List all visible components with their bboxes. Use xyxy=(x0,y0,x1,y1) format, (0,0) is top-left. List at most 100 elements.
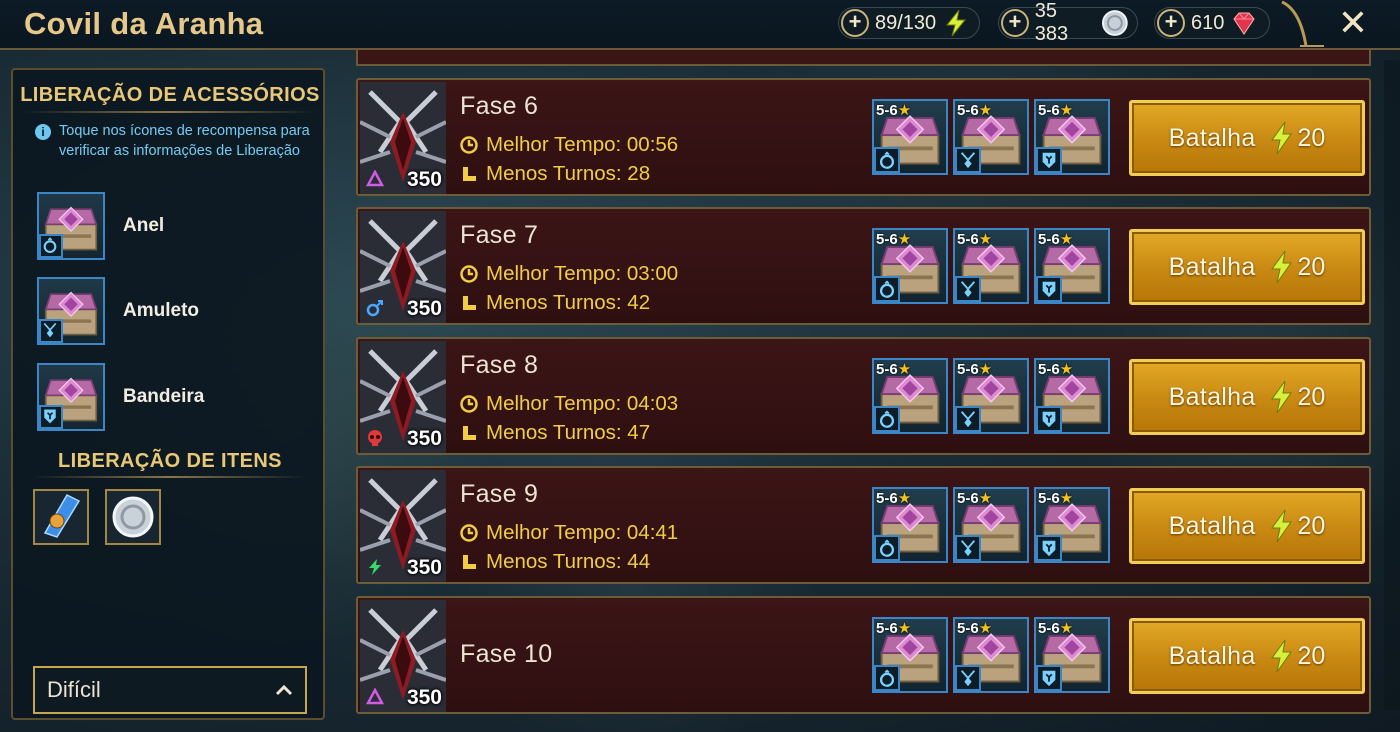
reward-rank: 5-6★ xyxy=(876,361,912,378)
battle-button[interactable]: Batalha 20 xyxy=(1129,100,1365,176)
boss-level: 350 xyxy=(406,297,442,320)
stage-row[interactable]: 350 Fase 7 Melhor Tempo: 03:00 Menos Turnos… xyxy=(356,207,1371,325)
accessory-label: Bandeira xyxy=(123,386,205,407)
energy-bolt-icon xyxy=(1270,639,1292,673)
boot-icon xyxy=(463,426,476,440)
min-turns-text: Menos Turnos: 28 xyxy=(486,162,651,185)
difficulty-value: Difícil xyxy=(47,677,101,702)
affinity-void-icon xyxy=(365,169,385,188)
battle-label: Batalha xyxy=(1168,382,1256,411)
stage-row[interactable]: 350 Fase 8 Melhor Tempo: 04:03 Menos Turnos… xyxy=(356,337,1371,455)
silver-value: 35 383 xyxy=(1034,0,1069,45)
reward-rank: 5-6★ xyxy=(1038,102,1074,119)
reward-chest[interactable]: 5-6★ xyxy=(1034,228,1110,304)
best-time: Melhor Tempo: 03:00 xyxy=(460,262,678,286)
stage-row[interactable]: 350 Fase 9 Melhor Tempo: 04:41 Menos Turnos… xyxy=(356,466,1371,584)
reward-chest[interactable]: 5-6★ xyxy=(1034,358,1110,434)
accessories-drop-title: LIBERAÇÃO DE ACESSÓRIOS xyxy=(20,84,320,106)
battle-label: Batalha xyxy=(1168,641,1256,670)
energy-bolt-icon xyxy=(946,9,967,37)
energy-cost: 20 xyxy=(1297,382,1326,411)
reward-chest[interactable]: 5-6★ xyxy=(953,99,1029,175)
reward-chest[interactable]: 5-6★ xyxy=(953,617,1029,693)
left-panel: LIBERAÇÃO DE ACESSÓRIOS i Toque nos ícon… xyxy=(11,68,325,720)
boss-level: 350 xyxy=(406,168,442,191)
reward-chest[interactable]: 5-6★ xyxy=(953,228,1029,304)
ring-icon xyxy=(874,665,900,691)
affinity-force-icon xyxy=(366,429,384,447)
boss-level: 350 xyxy=(406,686,442,709)
ring-icon xyxy=(874,147,900,173)
reward-rank: 5-6★ xyxy=(1038,490,1074,507)
reward-chest[interactable]: 5-6★ xyxy=(872,487,948,563)
stage-row[interactable]: 350 Fase 10 5-6★ 5-6★ 5-6★ Batalha 20 xyxy=(356,596,1371,714)
close-button[interactable]: ✕ xyxy=(1336,4,1370,42)
energy-cost: 20 xyxy=(1297,641,1326,670)
boot-icon xyxy=(463,555,476,569)
amulet-icon xyxy=(955,535,981,561)
reward-chest[interactable]: 5-6★ xyxy=(872,358,948,434)
best-time-text: Melhor Tempo: 04:03 xyxy=(486,392,679,415)
silver-coin-icon[interactable] xyxy=(105,489,161,545)
accessory-ring-row[interactable]: Anel xyxy=(37,191,164,261)
amulet-icon xyxy=(955,147,981,173)
chevron-up-icon xyxy=(275,684,293,696)
boot-icon xyxy=(463,167,476,181)
banner-icon xyxy=(1036,535,1062,561)
energy-bolt-icon xyxy=(1270,250,1292,284)
reward-rank: 5-6★ xyxy=(957,490,993,507)
battle-label: Batalha xyxy=(1168,511,1256,540)
amulet-icon xyxy=(955,276,981,302)
reward-chest[interactable]: 5-6★ xyxy=(953,358,1029,434)
ring-icon xyxy=(874,535,900,561)
reward-chest[interactable]: 5-6★ xyxy=(872,228,948,304)
battle-button[interactable]: Batalha 20 xyxy=(1129,488,1365,564)
add-gems-button[interactable]: + xyxy=(1157,9,1185,37)
shard-icon[interactable] xyxy=(33,489,89,545)
accessory-banner-row[interactable]: Bandeira xyxy=(37,362,204,432)
min-turns: Menos Turnos: 47 xyxy=(460,421,650,445)
reward-rank: 5-6★ xyxy=(957,620,993,637)
items-drop-title: LIBERAÇÃO DE ITENS xyxy=(58,450,282,472)
accessory-amulet-row[interactable]: Amuleto xyxy=(37,276,199,346)
energy-counter[interactable]: + 89/130 xyxy=(838,7,980,39)
reward-rank: 5-6★ xyxy=(957,361,993,378)
battle-button[interactable]: Batalha 20 xyxy=(1129,229,1365,305)
energy-bolt-icon xyxy=(1270,509,1292,543)
reward-chest[interactable]: 5-6★ xyxy=(872,99,948,175)
ring-chest-icon[interactable] xyxy=(37,192,105,260)
reward-chest[interactable]: 5-6★ xyxy=(953,487,1029,563)
boss-portrait: 350 xyxy=(360,470,446,582)
reward-rank: 5-6★ xyxy=(876,490,912,507)
add-energy-button[interactable]: + xyxy=(841,9,869,37)
ring-icon xyxy=(874,276,900,302)
energy-cost: 20 xyxy=(1297,511,1326,540)
silver-counter[interactable]: + 35 383 xyxy=(998,0,1138,45)
reward-rank: 5-6★ xyxy=(957,231,993,248)
affinity-void-icon xyxy=(365,687,385,706)
banner-icon xyxy=(1036,665,1062,691)
stage-row[interactable]: 350 Fase 6 Melhor Tempo: 00:56 Menos Turnos… xyxy=(356,78,1371,196)
min-turns: Menos Turnos: 42 xyxy=(460,291,650,315)
top-bar: Covil da Aranha + 89/130 + 35 383 + 610 … xyxy=(0,0,1400,50)
best-time-text: Melhor Tempo: 03:00 xyxy=(486,262,679,285)
gems-counter[interactable]: + 610 xyxy=(1154,7,1270,39)
gems-value: 610 xyxy=(1191,11,1225,34)
reward-rank: 5-6★ xyxy=(876,620,912,637)
stage-list[interactable]: 350 Fase 6 Melhor Tempo: 00:56 Menos Turnos… xyxy=(356,50,1386,732)
min-turns-text: Menos Turnos: 42 xyxy=(486,291,651,314)
difficulty-dropdown[interactable]: Difícil xyxy=(33,666,307,714)
clock-icon xyxy=(460,524,478,542)
reward-chest[interactable]: 5-6★ xyxy=(872,617,948,693)
add-silver-button[interactable]: + xyxy=(1001,9,1029,37)
amulet-chest-icon[interactable] xyxy=(37,277,105,345)
battle-button[interactable]: Batalha 20 xyxy=(1129,618,1365,694)
best-time-text: Melhor Tempo: 00:56 xyxy=(486,133,679,156)
reward-chest[interactable]: 5-6★ xyxy=(1034,617,1110,693)
boss-portrait: 350 xyxy=(360,341,446,453)
reward-rank: 5-6★ xyxy=(957,102,993,119)
reward-chest[interactable]: 5-6★ xyxy=(1034,99,1110,175)
reward-chest[interactable]: 5-6★ xyxy=(1034,487,1110,563)
battle-button[interactable]: Batalha 20 xyxy=(1129,359,1365,435)
banner-chest-icon[interactable] xyxy=(37,363,105,431)
